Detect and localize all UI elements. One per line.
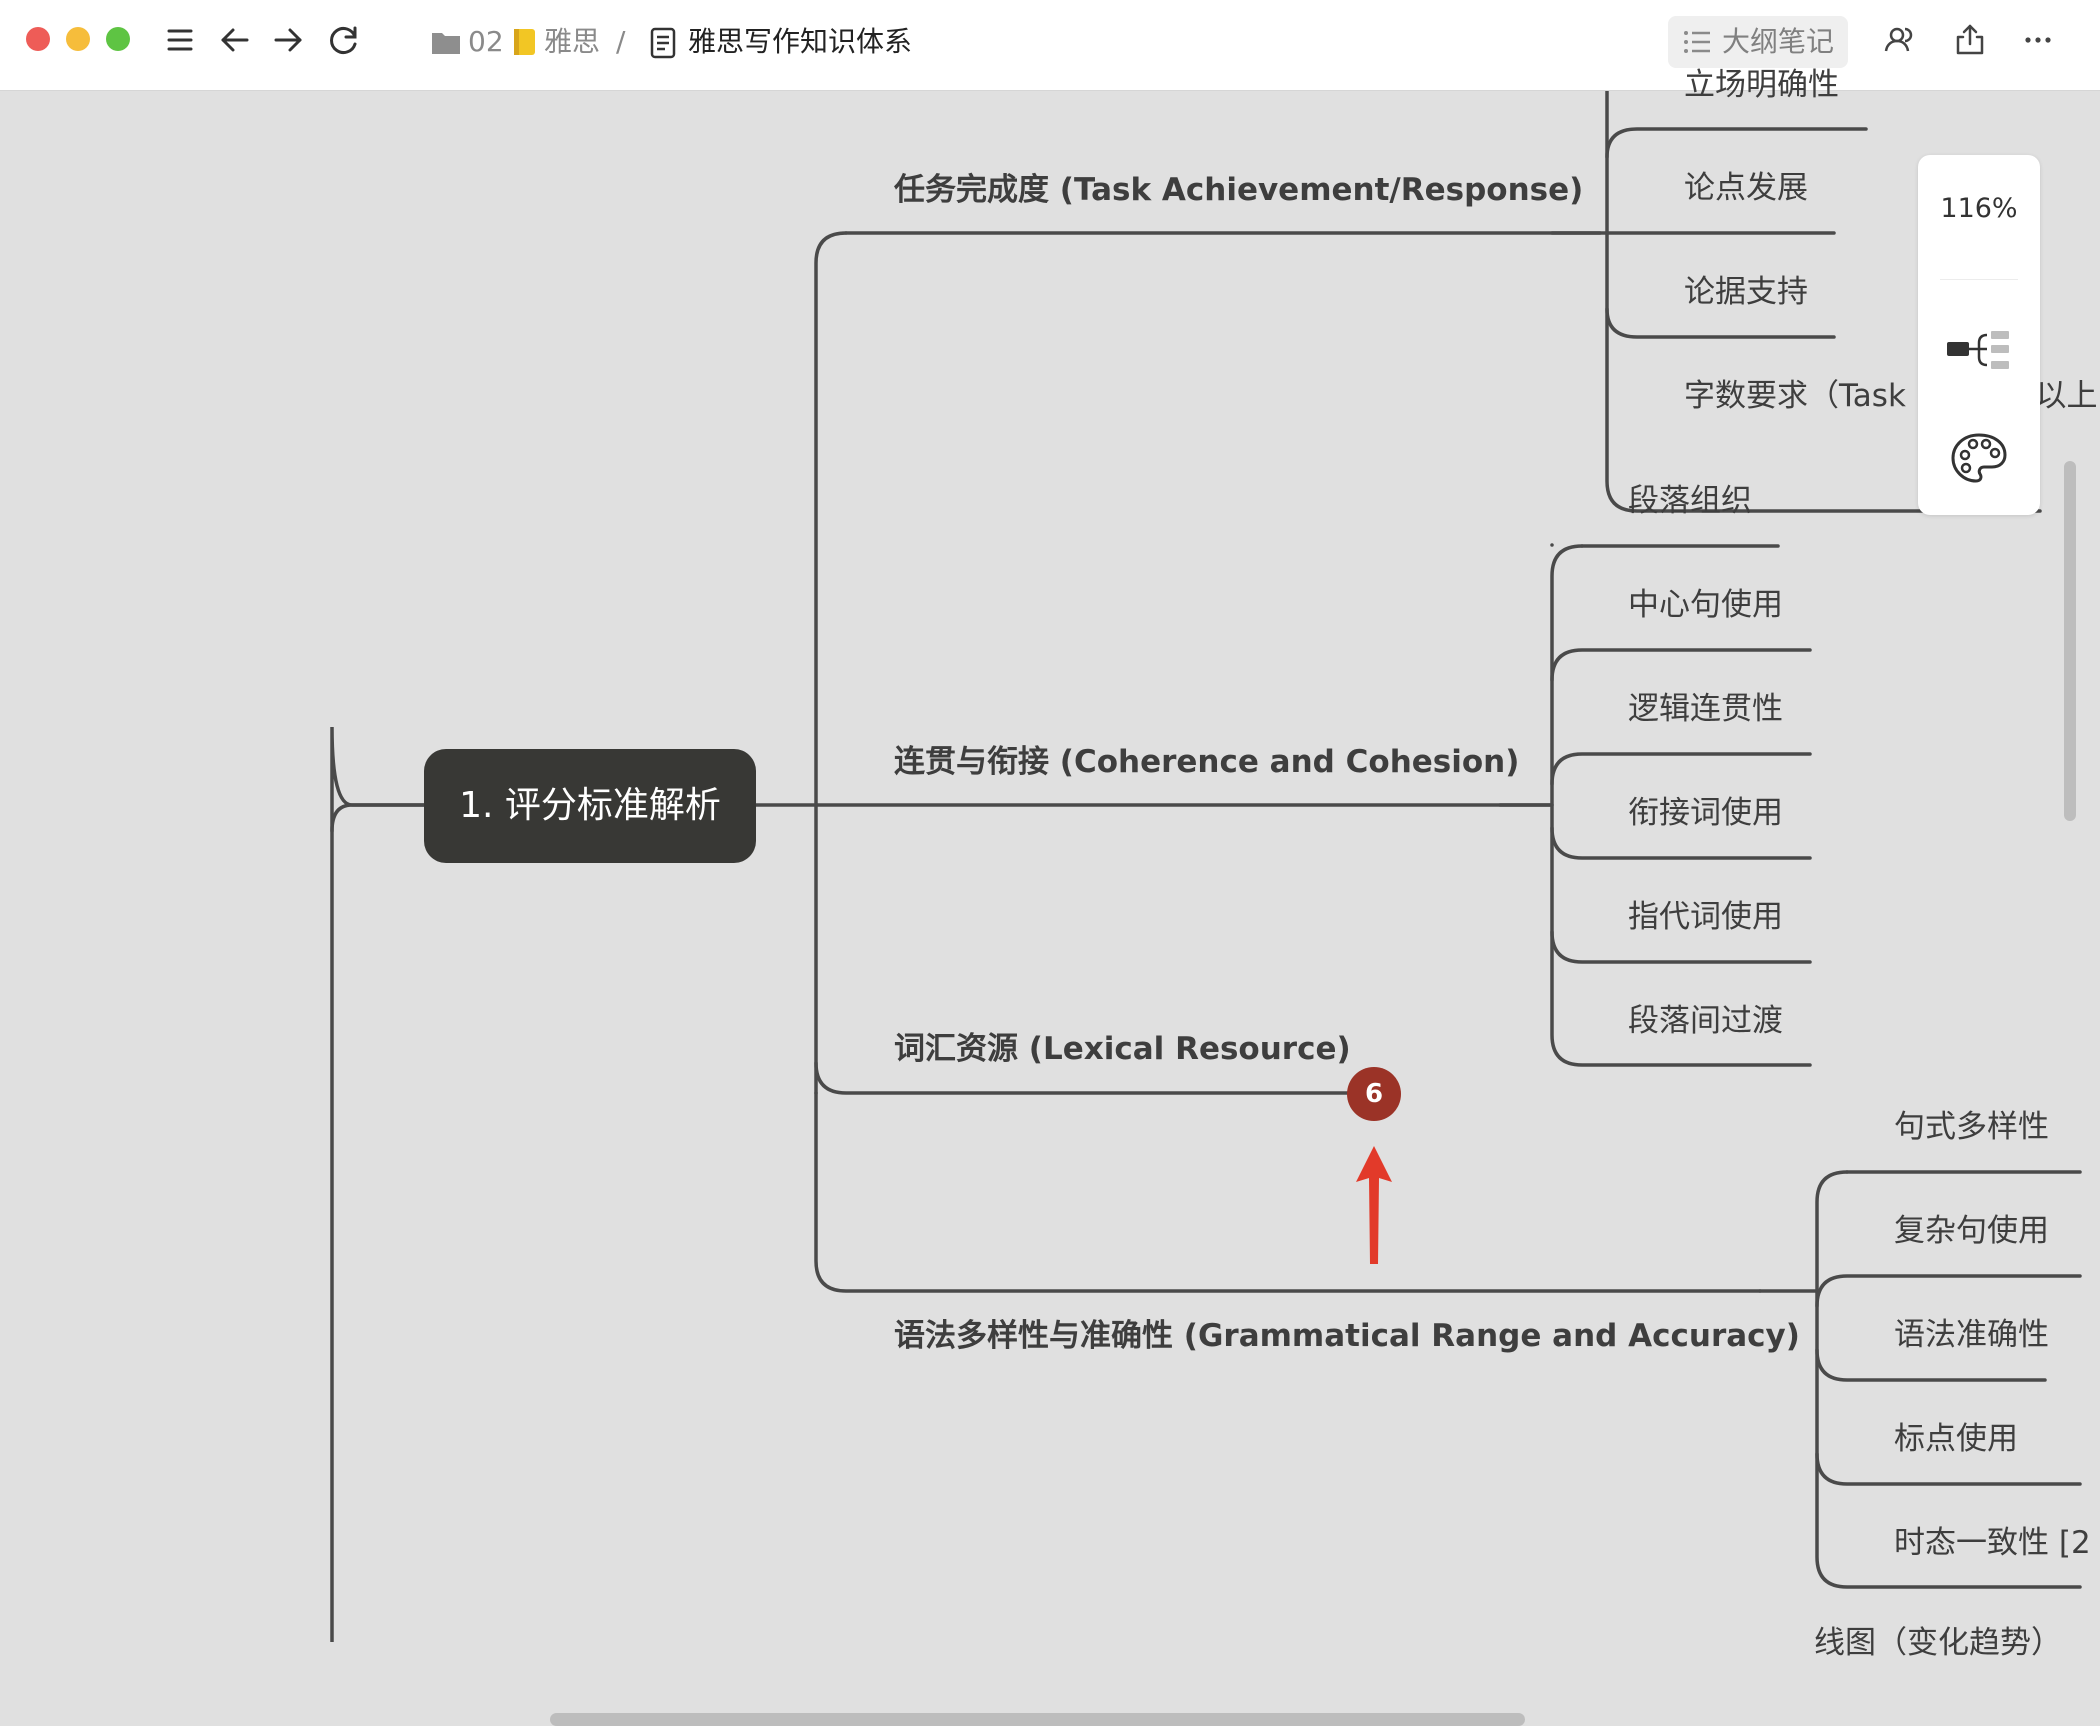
- forward-arrow-icon[interactable]: [268, 20, 308, 60]
- next-branch-line-chart[interactable]: 线图（变化趋势）: [1814, 1623, 2062, 1663]
- branch-coherence-cohesion[interactable]: 连贯与衔接 (Coherence and Cohesion): [894, 742, 1519, 782]
- side-tool-panel: 116%: [1918, 155, 2040, 515]
- palette-icon[interactable]: [1949, 431, 2009, 485]
- more-icon[interactable]: [2018, 20, 2058, 60]
- panel-divider: [1940, 279, 2018, 280]
- coherence-child-reference-words[interactable]: 指代词使用: [1628, 897, 1783, 937]
- collapsed-count-badge[interactable]: 6: [1347, 1067, 1401, 1121]
- annotation-arrow-icon: [1356, 1146, 1392, 1264]
- vertical-scrollbar[interactable]: [2064, 461, 2076, 821]
- horizontal-scrollbar[interactable]: [550, 1713, 1525, 1726]
- task-child-evidence[interactable]: 论据支持: [1684, 272, 1808, 312]
- folder-icon: [432, 33, 460, 54]
- coherence-child-cohesive-devices[interactable]: 衔接词使用: [1628, 793, 1783, 833]
- coherence-child-paragraph-organization[interactable]: 段落组织: [1628, 481, 1752, 521]
- minimize-window-button[interactable]: [66, 27, 90, 51]
- branch-grammatical-range[interactable]: 语法多样性与准确性 (Grammatical Range and Accurac…: [894, 1316, 1800, 1356]
- mindmap-canvas[interactable]: 1. 评分标准解析 任务完成度 (Task Achievement/Respon…: [0, 67, 2100, 1726]
- coherence-child-topic-sentence[interactable]: 中心句使用: [1628, 585, 1783, 625]
- outline-note-button[interactable]: 大纲笔记: [1668, 16, 1848, 68]
- maximize-window-button[interactable]: [106, 27, 130, 51]
- grammar-child-complex-sentences[interactable]: 复杂句使用: [1894, 1211, 2049, 1251]
- mindmap-connectors: [330, 91, 2082, 1642]
- root-node[interactable]: 1. 评分标准解析: [424, 749, 756, 863]
- breadcrumb-separator: /: [616, 25, 626, 58]
- document-title: 雅思写作知识体系: [688, 25, 913, 58]
- notebook-icon: [514, 29, 535, 55]
- collaborators-icon[interactable]: [1880, 20, 1920, 60]
- zoom-level[interactable]: 116%: [1918, 193, 2040, 224]
- close-window-button[interactable]: [26, 27, 50, 51]
- grammar-child-punctuation[interactable]: 标点使用: [1894, 1419, 2018, 1459]
- back-arrow-icon[interactable]: [215, 20, 255, 60]
- task-child-argument-development[interactable]: 论点发展: [1684, 168, 1808, 208]
- breadcrumb-notebook[interactable]: 雅思: [544, 20, 600, 64]
- branch-lexical-resource[interactable]: 词汇资源 (Lexical Resource): [894, 1029, 1351, 1069]
- branch-task-achievement[interactable]: 任务完成度 (Task Achievement/Response): [894, 170, 1583, 210]
- share-icon[interactable]: [1950, 20, 1990, 60]
- grammar-child-sentence-variety[interactable]: 句式多样性: [1894, 1107, 2049, 1147]
- grammar-child-tense-consistency[interactable]: 时态一致性 [2: [1894, 1523, 2091, 1563]
- structure-icon[interactable]: [1945, 325, 2013, 375]
- refresh-icon[interactable]: [324, 20, 364, 60]
- outline-note-label: 大纲笔记: [1722, 25, 1835, 58]
- grammar-child-grammar-accuracy[interactable]: 语法准确性: [1894, 1315, 2049, 1355]
- outline-list-icon: [1684, 31, 1710, 53]
- task-child-position[interactable]: 立场明确性: [1684, 65, 1839, 105]
- coherence-child-paragraph-transition[interactable]: 段落间过渡: [1628, 1001, 1783, 1041]
- menu-icon[interactable]: [160, 20, 200, 60]
- coherence-child-logical-coherence[interactable]: 逻辑连贯性: [1628, 689, 1783, 729]
- document-icon: [650, 27, 676, 59]
- breadcrumb-folder[interactable]: 02: [468, 20, 504, 64]
